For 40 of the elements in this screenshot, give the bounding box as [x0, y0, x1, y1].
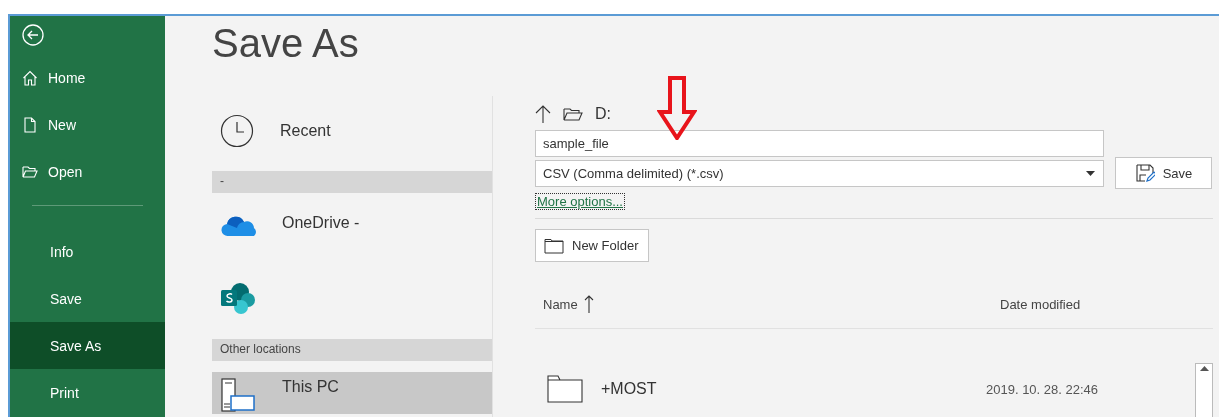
save-button[interactable]: Save — [1115, 157, 1212, 189]
up-arrow-icon — [535, 105, 551, 123]
save-icon — [1134, 163, 1155, 183]
sidebar-item[interactable]: Home — [10, 54, 165, 101]
section-header: Other locations — [212, 339, 492, 361]
scroll-up-icon — [1199, 366, 1209, 371]
column-header[interactable]: Date modified — [1000, 296, 1081, 312]
location-item[interactable]: This PC — [212, 372, 492, 414]
folder-icon — [547, 375, 583, 403]
location-item[interactable]: OneDrive - — [212, 200, 492, 266]
cloud-icon — [220, 214, 256, 238]
file-name[interactable]: +MOST — [601, 380, 657, 398]
file-name-field[interactable]: sample_file — [535, 130, 1104, 157]
document-icon — [22, 116, 38, 133]
file-type-dropdown[interactable]: CSV (Comma delimited) (*.csv) — [535, 160, 1104, 187]
more-options-link[interactable]: More options... — [535, 193, 625, 210]
location-item[interactable]: Recent — [212, 98, 492, 164]
computer-icon — [220, 378, 256, 412]
sharepoint-icon — [220, 282, 256, 316]
sidebar-item[interactable]: Save — [10, 275, 165, 322]
column-header[interactable]: Name — [543, 296, 578, 312]
scrollbar[interactable] — [1195, 363, 1213, 417]
folder-path: D: — [595, 105, 611, 123]
sidebar-item[interactable]: Save As — [10, 322, 165, 369]
clock-icon — [220, 114, 254, 148]
caret-icon — [1086, 171, 1095, 176]
down-arrow-annotation — [657, 76, 697, 140]
home-icon — [22, 69, 38, 86]
date-modified: 2019. 10. 28. 22:46 — [986, 381, 1100, 397]
sidebar-item[interactable]: Print — [10, 369, 165, 416]
back-icon — [22, 23, 44, 46]
folder-icon — [22, 163, 38, 180]
new-folder-button[interactable]: New Folder — [535, 229, 650, 262]
sidebar-item[interactable]: New — [10, 101, 165, 148]
folder-icon — [544, 237, 564, 254]
page-title: Save As — [212, 21, 359, 65]
sidebar-item[interactable]: Info — [10, 228, 165, 275]
sidebar-item[interactable]: Open — [10, 148, 165, 195]
section-header: - — [212, 171, 492, 193]
folder-icon — [563, 106, 583, 122]
